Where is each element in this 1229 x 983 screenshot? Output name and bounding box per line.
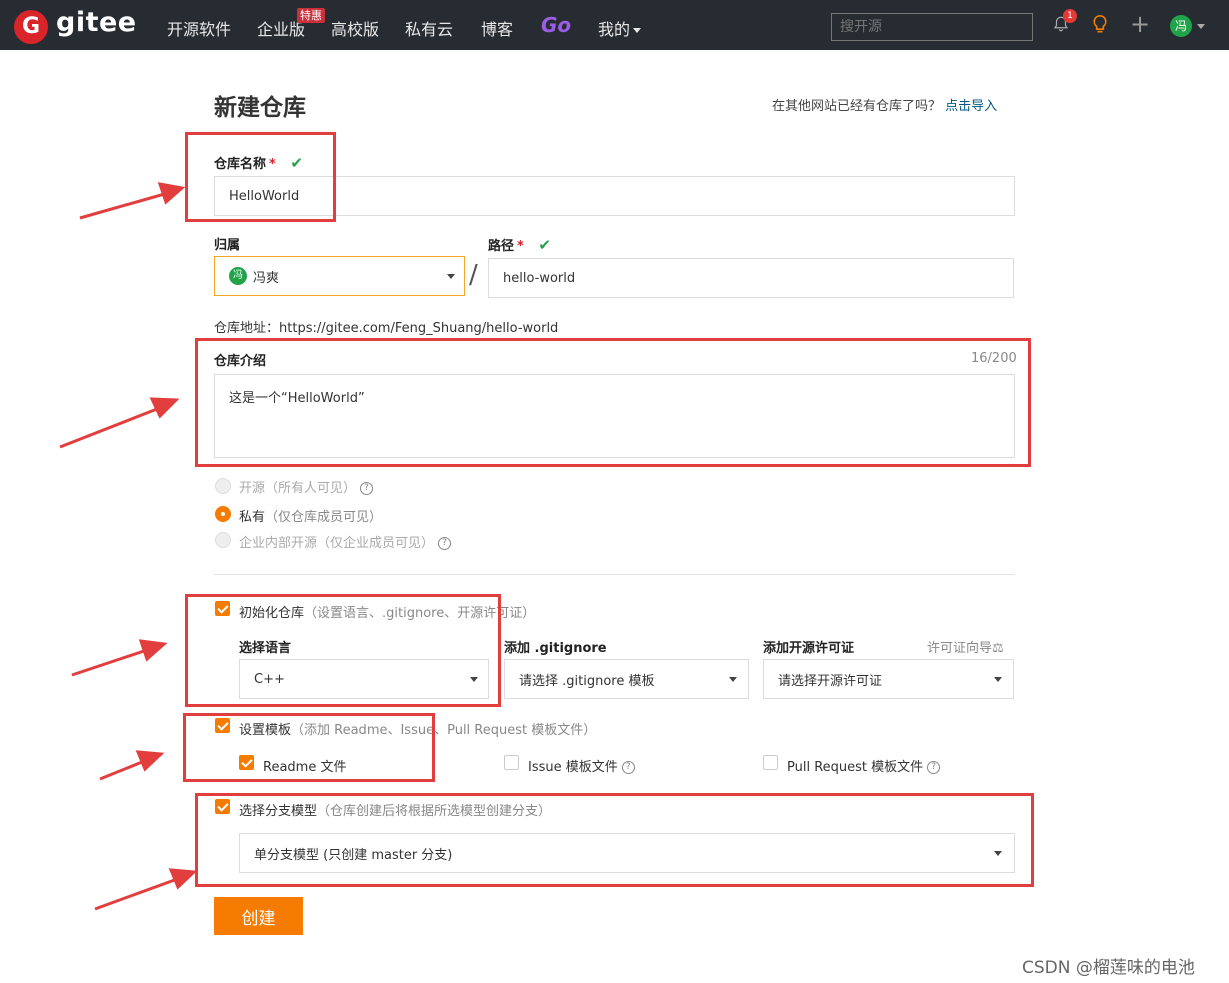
arrow-line bbox=[59, 405, 163, 449]
arrowhead bbox=[168, 868, 198, 890]
arrowhead bbox=[135, 750, 165, 772]
arrowhead bbox=[157, 182, 186, 205]
arrow-line bbox=[94, 876, 181, 911]
arrowhead bbox=[149, 397, 180, 419]
arrow-line bbox=[71, 647, 151, 677]
watermark: CSDN @榴莲味的电池 bbox=[1022, 958, 1195, 978]
arrow-line bbox=[79, 191, 169, 220]
arrowhead bbox=[138, 639, 168, 662]
annotation-arrows bbox=[59, 182, 198, 911]
arrow-line bbox=[99, 758, 148, 781]
